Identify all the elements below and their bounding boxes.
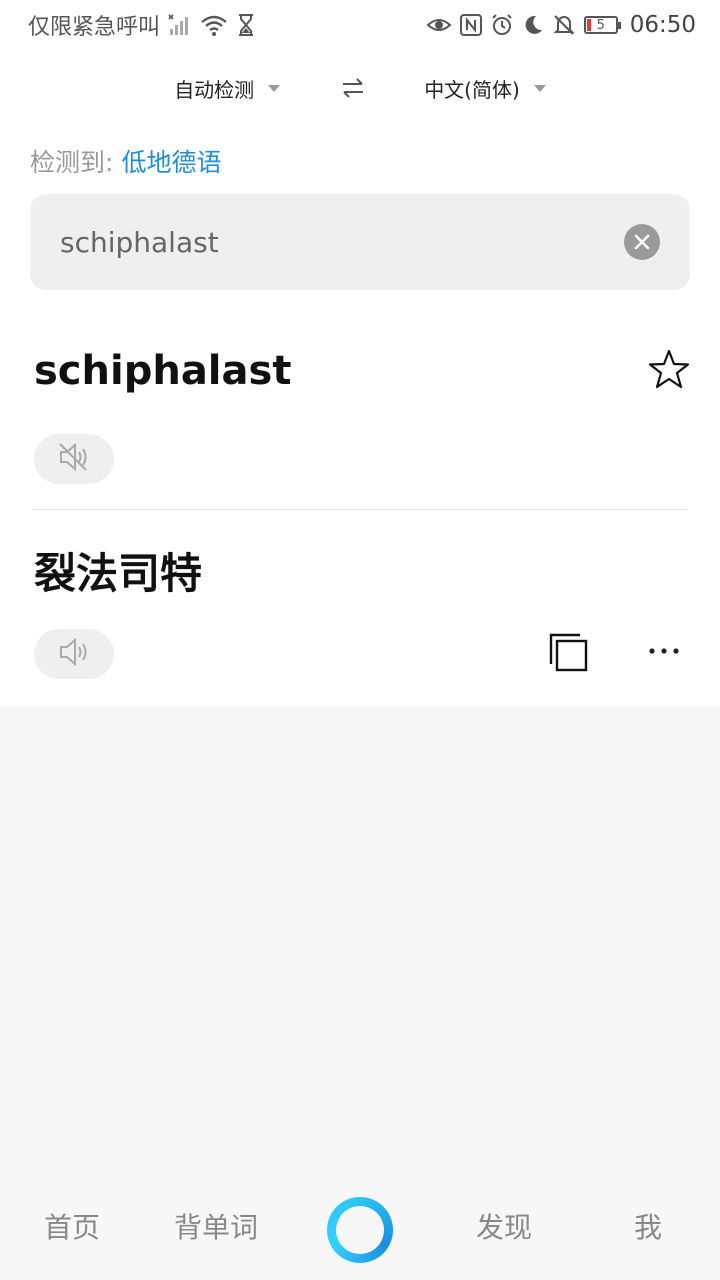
detected-language-name: 低地德语 (121, 148, 222, 177)
nav-discover[interactable]: 发现 (476, 1206, 532, 1246)
alarm-icon (490, 13, 514, 37)
speaker-icon (58, 637, 90, 671)
speaker-muted-icon (58, 442, 90, 476)
clear-icon[interactable] (624, 224, 660, 260)
voice-assistant-button[interactable] (327, 1197, 393, 1263)
more-options-icon[interactable] (646, 640, 682, 666)
dropdown-caret-icon (533, 84, 546, 92)
status-bar: 仅限紧急呼叫 5 06:50 (0, 0, 720, 50)
clock: 06:50 (629, 12, 696, 38)
hourglass-icon (236, 13, 256, 37)
nfc-icon (459, 14, 482, 36)
target-language-label: 中文(简体) (424, 77, 520, 102)
search-box (30, 194, 690, 290)
dropdown-caret-icon (268, 84, 281, 92)
carrier-text: 仅限紧急呼叫 (28, 15, 161, 40)
eye-icon (426, 14, 452, 36)
signal-icon (168, 13, 192, 37)
battery-icon: 5 (583, 16, 621, 34)
nav-vocabulary[interactable]: 背单词 (174, 1206, 258, 1246)
moon-icon (522, 14, 544, 36)
source-word: schiphalast (34, 348, 292, 394)
nav-me[interactable]: 我 (634, 1206, 662, 1246)
target-language-selector[interactable]: 中文(简体) (424, 74, 546, 103)
translation-text: 裂法司特 (34, 549, 203, 598)
language-bar: 自动检测 中文(简体) (0, 66, 720, 110)
wifi-icon (200, 13, 228, 37)
bottom-navigation: 首页 背单词 发现 我 (0, 1180, 720, 1280)
source-language-label: 自动检测 (174, 77, 255, 102)
detected-label: 检测到: (30, 148, 114, 177)
source-language-selector[interactable]: 自动检测 (174, 74, 281, 103)
translation-pronounce-button[interactable] (34, 629, 114, 679)
divider (32, 509, 688, 510)
swap-languages-icon[interactable] (340, 76, 366, 100)
detected-language: 检测到: 低地德语 (30, 143, 221, 179)
search-input[interactable] (60, 225, 624, 259)
source-pronounce-button[interactable] (34, 434, 114, 484)
nav-home[interactable]: 首页 (44, 1206, 100, 1246)
star-icon[interactable] (648, 348, 690, 394)
mute-bell-icon (552, 13, 576, 37)
copy-icon[interactable] (548, 632, 590, 678)
